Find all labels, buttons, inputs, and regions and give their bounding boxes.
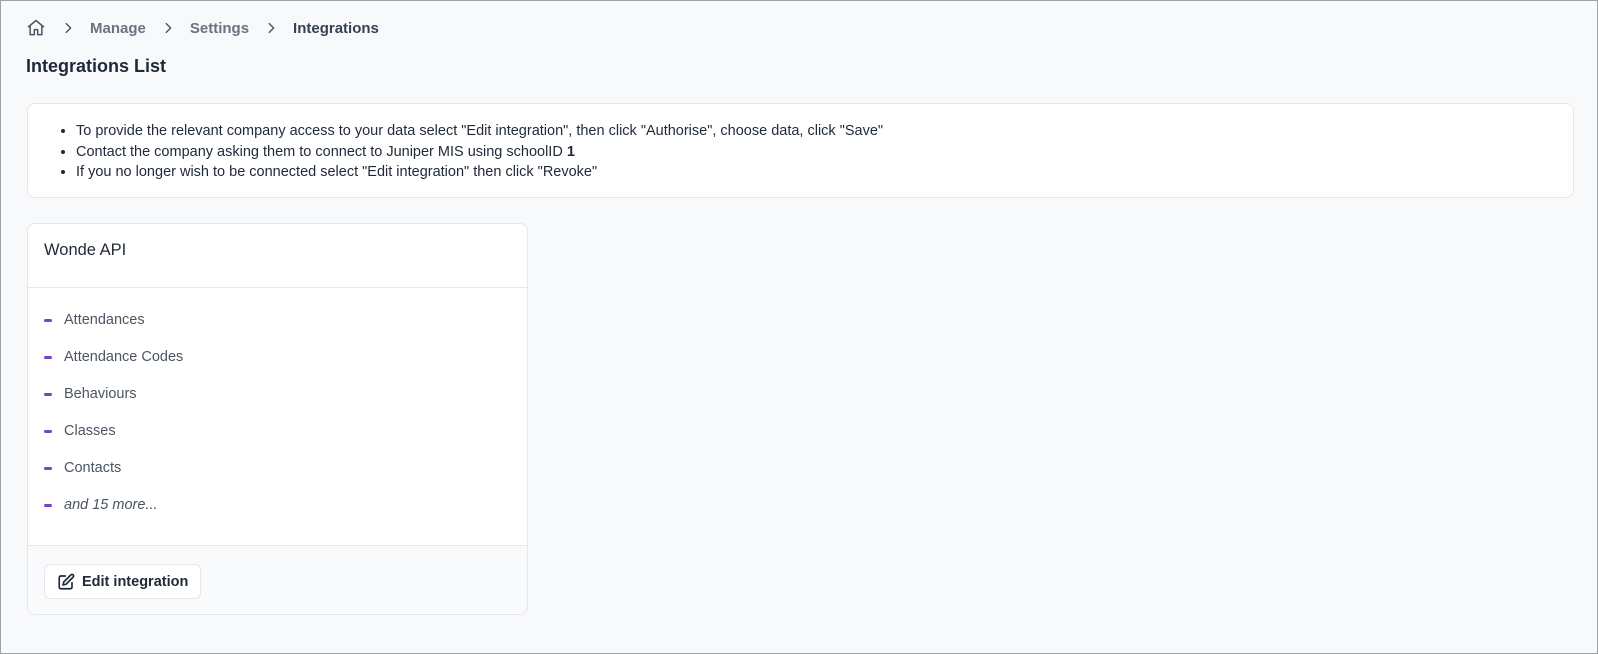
breadcrumb-current: Integrations	[293, 19, 379, 37]
school-id: 1	[566, 143, 575, 160]
instructions-list: To provide the relevant company access t…	[76, 121, 1573, 183]
dash-icon	[44, 466, 52, 470]
edit-square-icon	[57, 573, 75, 591]
scope-label: Contacts	[64, 460, 122, 476]
integration-card-header: Wonde API	[28, 224, 527, 288]
list-item: and 15 more...	[44, 495, 527, 515]
dash-icon	[44, 392, 52, 396]
scope-label: Attendances	[64, 312, 145, 328]
list-item: Behaviours	[44, 384, 527, 404]
page-title: Integrations List	[26, 56, 167, 76]
integration-card: Wonde API Attendances Attendance Codes B…	[27, 223, 528, 615]
edit-integration-button[interactable]: Edit integration	[44, 564, 202, 599]
list-item: Attendance Codes	[44, 347, 527, 367]
list-item: Classes	[44, 421, 527, 441]
breadcrumb-settings[interactable]: Settings	[190, 20, 249, 37]
chevron-right-icon	[60, 20, 76, 36]
scope-label: Behaviours	[64, 386, 137, 402]
dash-icon	[44, 503, 52, 507]
scope-list: Attendances Attendance Codes Behaviours …	[28, 288, 527, 544]
list-item: Contacts	[44, 458, 527, 478]
breadcrumb: Manage Settings Integrations	[26, 18, 379, 38]
dash-icon	[44, 355, 52, 359]
breadcrumb-manage[interactable]: Manage	[90, 20, 146, 37]
dash-icon	[44, 318, 52, 322]
scope-label: Classes	[64, 423, 116, 439]
instruction-contact-text: Contact the company asking them to conne…	[76, 143, 567, 160]
instruction-authorise: To provide the relevant company access t…	[76, 121, 1573, 142]
instruction-revoke: If you no longer wish to be connected se…	[76, 162, 1573, 183]
scope-label: Attendance Codes	[64, 349, 184, 365]
edit-integration-label: Edit integration	[82, 573, 189, 590]
more-scopes-label: and 15 more...	[64, 497, 158, 513]
home-icon[interactable]	[26, 18, 46, 38]
dash-icon	[44, 429, 52, 433]
list-item: Attendances	[44, 310, 527, 330]
chevron-right-icon	[160, 20, 176, 36]
instruction-contact: Contact the company asking them to conne…	[76, 142, 1573, 163]
integration-card-footer: Edit integration	[28, 545, 527, 614]
integration-name: Wonde API	[44, 241, 127, 259]
instructions-panel: To provide the relevant company access t…	[27, 103, 1574, 198]
chevron-right-icon	[263, 20, 279, 36]
